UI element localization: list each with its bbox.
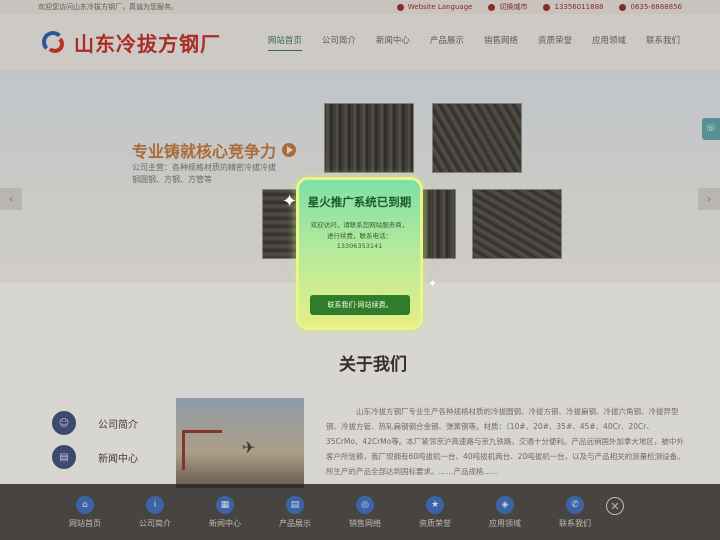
sparkle-icon: ✦ bbox=[282, 191, 298, 212]
contact-renew-button[interactable]: 联系我们·网站续费。 bbox=[310, 295, 410, 315]
modal-phone: 13306353141 bbox=[336, 242, 383, 250]
modal-body: 欢迎访问，请联系您网站服务商， 进行续费，联系电话： 13306353141 bbox=[307, 220, 412, 252]
modal-title: 星火推广系统已到期 bbox=[307, 195, 412, 209]
expiry-modal: 星火推广系统已到期 欢迎访问，请联系您网站服务商， 进行续费，联系电话： 133… bbox=[296, 177, 423, 330]
sparkle-icon: ✦ bbox=[428, 277, 438, 290]
